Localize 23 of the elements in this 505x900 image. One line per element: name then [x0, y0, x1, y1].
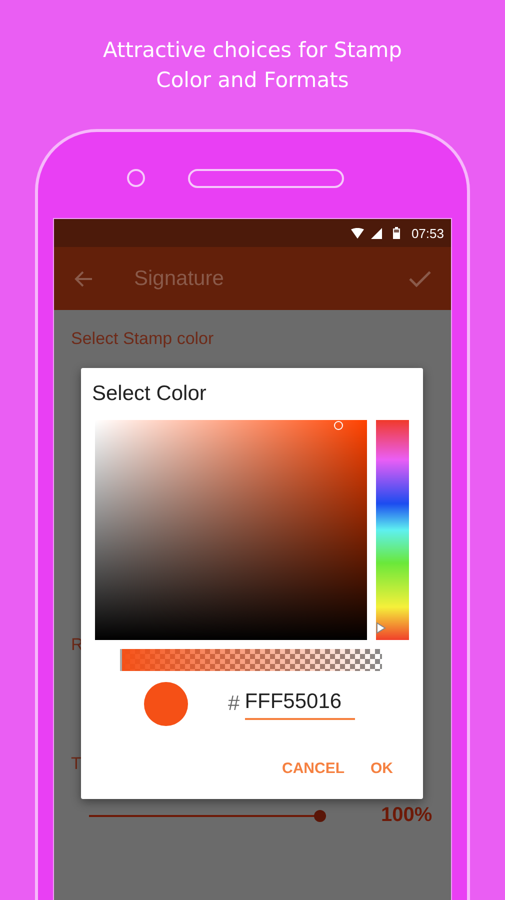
cancel-button[interactable]: CANCEL [274, 754, 352, 783]
wifi-icon [351, 228, 364, 238]
back-arrow-icon[interactable] [74, 268, 94, 288]
slider-thumb[interactable] [314, 810, 326, 822]
hue-thumb[interactable] [376, 622, 386, 634]
dialog-title: Select Color [91, 381, 208, 406]
hex-prefix: # [228, 692, 240, 716]
section-label: T [71, 754, 82, 774]
headline: Attractive choices for Stamp Color and Formats [102, 37, 403, 94]
picker-cursor[interactable] [334, 421, 343, 430]
battery-icon [393, 227, 400, 239]
signal-icon [371, 228, 382, 238]
slider-reading: 100% [381, 804, 432, 827]
ok-button[interactable]: OK [362, 754, 401, 783]
color-swatch [144, 682, 188, 726]
app-title: Signature [134, 266, 225, 290]
status-time: 07:53 [411, 226, 444, 240]
check-icon[interactable] [409, 270, 431, 288]
camera-icon [127, 169, 145, 187]
section-label: Select Stamp color [71, 329, 214, 349]
alpha-slider[interactable] [120, 649, 382, 671]
hue-slider[interactable] [376, 420, 409, 640]
color-picker-area[interactable] [95, 420, 367, 640]
